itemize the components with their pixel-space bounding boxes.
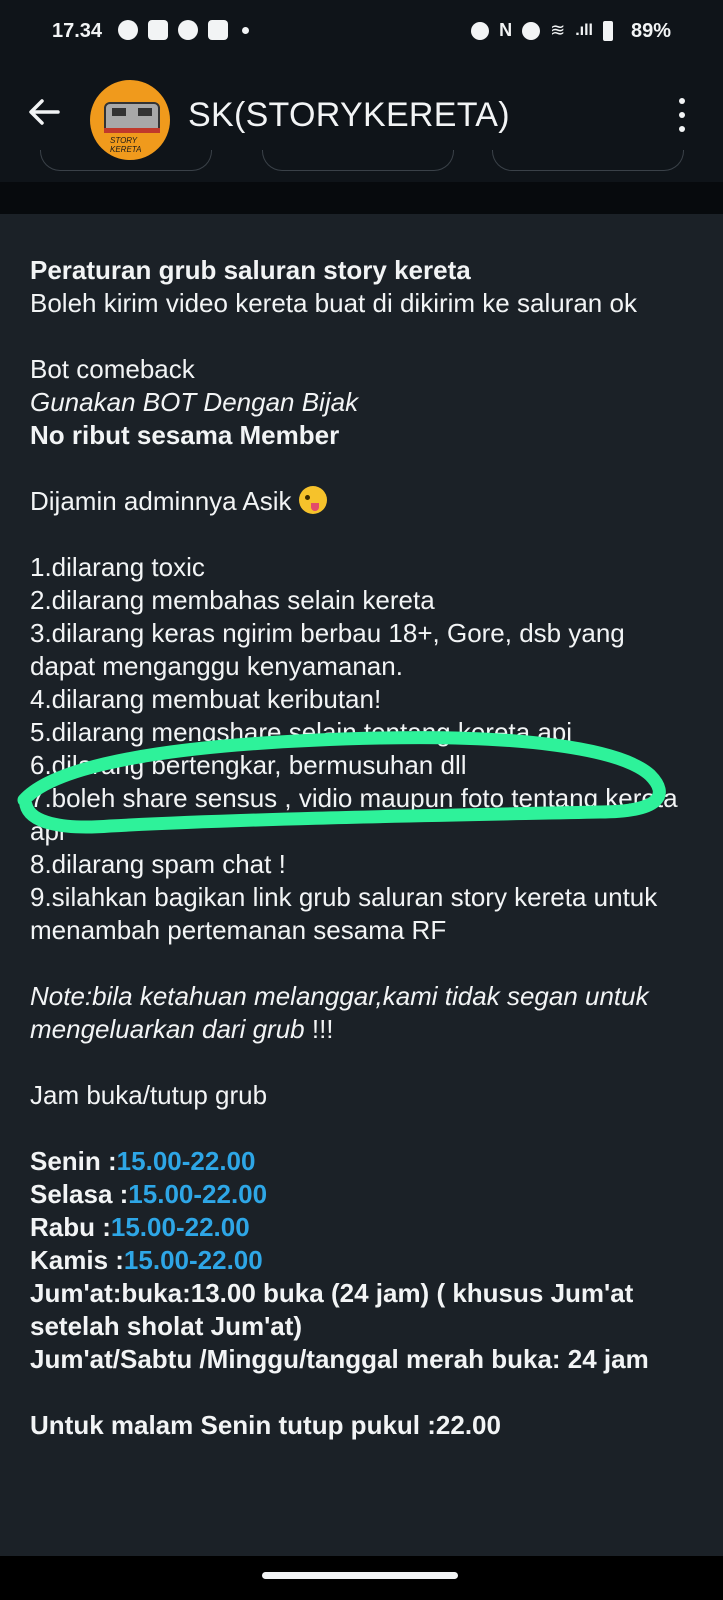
bot-italic-line: Gunakan BOT Dengan Bijak <box>30 387 359 417</box>
logo-stripe <box>104 128 160 133</box>
do-not-disturb-icon <box>522 21 541 40</box>
messenger-icon <box>118 20 138 40</box>
hours-title: Jam buka/tutup grub <box>30 1080 268 1110</box>
action-chips-row <box>0 150 723 180</box>
schedule-day: Senin : <box>30 1146 117 1176</box>
signal-icon: .ıll <box>575 21 593 39</box>
nfc-icon: N <box>499 20 513 40</box>
bot-line: Bot comeback <box>30 354 195 384</box>
rule-item: 2.dilarang membahas selain kereta <box>30 585 435 615</box>
battery-icon <box>603 20 613 41</box>
more-notifications-dot-icon <box>242 26 249 34</box>
shopee-icon <box>178 20 198 40</box>
rule-item: 3.dilarang keras ngirim berbau 18+, Gore… <box>30 618 625 681</box>
schedule-time[interactable]: 15.00-22.00 <box>124 1245 263 1275</box>
action-chip[interactable] <box>492 150 684 171</box>
note-line: Note:bila ketahuan melanggar,kami tidak … <box>30 980 695 1046</box>
schedule-row: Rabu :15.00-22.00 <box>30 1211 695 1244</box>
action-chip[interactable] <box>40 150 212 171</box>
wifi-icon: ≋ <box>550 20 566 40</box>
message-text: Peraturan grub saluran story kereta Bole… <box>30 254 695 1442</box>
page-title[interactable]: SK(STORYKERETA) <box>188 96 510 135</box>
rules-heading: Peraturan grub saluran story kereta <box>30 255 471 285</box>
closing-line: Untuk malam Senin tutup pukul :22.00 <box>30 1410 501 1440</box>
weekend-line: Jum'at/Sabtu /Minggu/tanggal merah buka:… <box>30 1344 649 1374</box>
rule-item: 7.boleh share sensus , vidio maupun foto… <box>30 783 678 846</box>
schedule-day: Selasa : <box>30 1179 129 1209</box>
schedule-day: Kamis : <box>30 1245 124 1275</box>
action-chip[interactable] <box>262 150 454 171</box>
mail-icon <box>208 20 228 40</box>
rule-item: 6.dilarang bertengkar, bermusuhan dll <box>30 750 467 780</box>
status-bar: 17.34 N ≋ .ıll 89% <box>0 0 723 64</box>
back-arrow-icon[interactable] <box>26 94 66 134</box>
home-gesture-pill[interactable] <box>262 1572 458 1579</box>
jumat-line: Jum'at:buka:13.00 buka (24 jam) ( khusus… <box>30 1278 634 1341</box>
rule-item: 1.dilarang toxic <box>30 552 205 582</box>
admin-text: Dijamin adminnya Asik <box>30 486 292 516</box>
rule-item: 4.dilarang membuat keributan! <box>30 684 382 714</box>
schedule-time[interactable]: 15.00-22.00 <box>128 1179 267 1209</box>
message-card: Peraturan grub saluran story kereta Bole… <box>0 214 723 1556</box>
admin-line: Dijamin adminnya Asik <box>30 485 695 518</box>
schedule-row: Selasa :15.00-22.00 <box>30 1178 695 1211</box>
mail-icon <box>148 20 168 40</box>
schedule-row: Kamis :15.00-22.00 <box>30 1244 695 1277</box>
add-circle-icon <box>471 21 490 40</box>
system-icons: N ≋ .ıll <box>471 20 613 41</box>
status-time: 17.34 <box>52 20 103 42</box>
rule-item: 8.dilarang spam chat ! <box>30 849 286 879</box>
notification-icons <box>118 20 249 40</box>
battery-percent: 89% <box>630 20 671 42</box>
no-ribut-line: No ribut sesama Member <box>30 420 340 450</box>
note-italic: Note:bila ketahuan melanggar,kami tidak … <box>30 981 649 1044</box>
rule-item-highlighted: 5.dilarang mengshare selain tentang kere… <box>30 717 573 747</box>
schedule-time[interactable]: 15.00-22.00 <box>117 1146 256 1176</box>
rule-item: 9.silahkan bagikan link grub saluran sto… <box>30 882 658 945</box>
intro-text: Boleh kirim video kereta buat di dikirim… <box>30 288 637 318</box>
schedule-day: Rabu : <box>30 1212 111 1242</box>
note-suffix: !!! <box>304 1014 334 1044</box>
winking-tongue-emoji-icon <box>298 486 327 514</box>
schedule-time[interactable]: 15.00-22.00 <box>111 1212 250 1242</box>
divider <box>0 182 723 214</box>
schedule-row: Senin :15.00-22.00 <box>30 1145 695 1178</box>
back-arrow-svg <box>29 99 60 125</box>
more-options-icon[interactable] <box>679 98 687 132</box>
avatar[interactable]: STORY KERETA <box>90 80 170 160</box>
